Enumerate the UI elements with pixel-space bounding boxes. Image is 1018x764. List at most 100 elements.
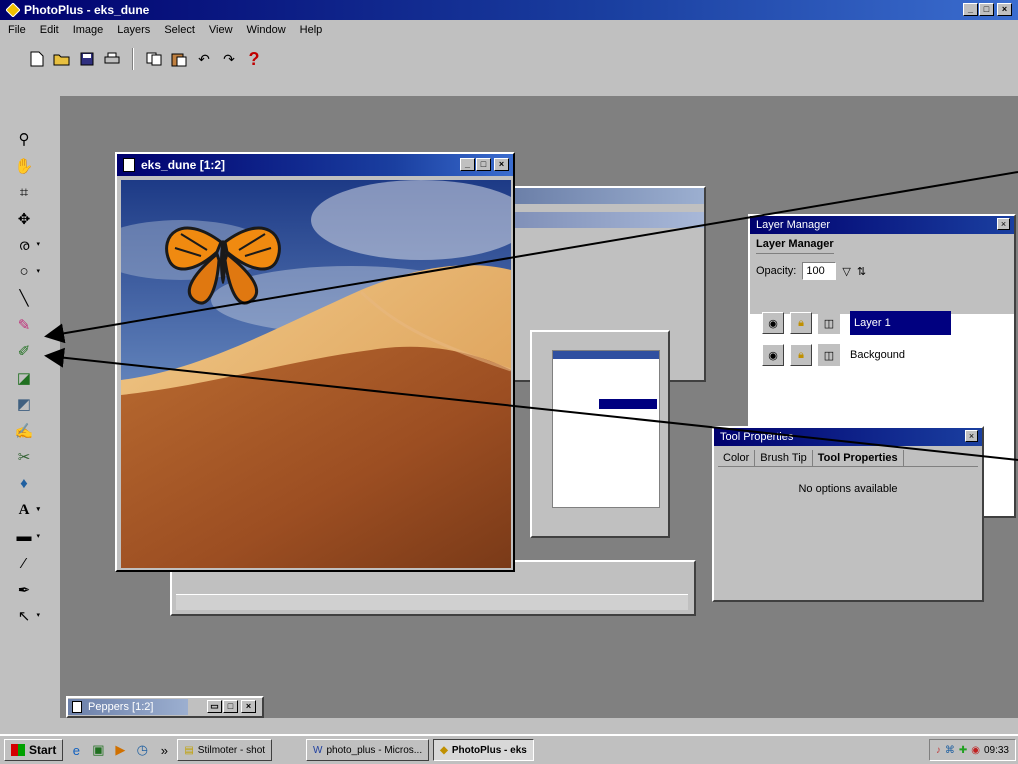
brush-tool-icon[interactable]: ✎ [6, 312, 42, 339]
nested-layer-panel [552, 350, 660, 508]
crop-tool-icon[interactable]: ⌗ [6, 179, 42, 206]
system-tray: ♪ ⌘ ✚ ◉ 09:33 [928, 739, 1016, 761]
ellipse-select-icon[interactable]: ○ ▾ [6, 259, 42, 286]
text-tool-icon[interactable]: A ▾ [6, 497, 42, 524]
tray-app-icon[interactable]: ✚ [959, 745, 967, 756]
layer-mask-icon[interactable]: ◫ [818, 344, 840, 366]
close-button[interactable]: × [997, 3, 1012, 16]
layer-mask-icon[interactable]: ◫ [818, 312, 840, 334]
document-title: eks_dune [1:2] [141, 158, 226, 172]
layer-row-layer1[interactable]: ◉ 🔒︎ ◫ Layer 1 [758, 308, 1010, 338]
document-title-bar[interactable]: eks_dune [1:2] _ □ × [117, 154, 513, 176]
show-desktop-icon[interactable]: ▣ [89, 741, 107, 759]
minimized-window-title[interactable]: Peppers [1:2] [68, 699, 188, 715]
redo-icon[interactable]: ↷ [218, 48, 240, 70]
image-canvas[interactable] [121, 180, 511, 568]
internet-explorer-icon[interactable]: e [67, 741, 85, 759]
rectangle-shape-icon[interactable]: ▬ ▾ [6, 524, 42, 551]
background-window-titlebar [512, 188, 704, 204]
document-window[interactable]: eks_dune [1:2] _ □ × [115, 152, 515, 572]
minimized-window-icon [72, 701, 82, 713]
copy-icon[interactable] [143, 48, 165, 70]
paste-icon[interactable] [168, 48, 190, 70]
effect-brush-icon[interactable]: ✍ [6, 418, 42, 445]
print-icon[interactable] [101, 48, 123, 70]
close-button[interactable]: × [241, 700, 256, 713]
channels-icon[interactable]: ◷ [133, 741, 151, 759]
document-close-button[interactable]: × [494, 158, 509, 171]
window-controls: _ □ × [963, 3, 1012, 16]
tab-tool-properties[interactable]: Tool Properties [813, 450, 904, 466]
opacity-slider-icon[interactable]: ⇅ [857, 265, 866, 278]
layer-row-background[interactable]: ◉ 🔒︎ ◫ Backgound [758, 340, 1010, 370]
more-quicklaunch-icon[interactable]: » [155, 741, 173, 759]
menu-help[interactable]: Help [300, 24, 323, 36]
document-minimize-button[interactable]: _ [460, 158, 475, 171]
menu-edit[interactable]: Edit [40, 24, 59, 36]
smudge-tool-icon[interactable]: ✂ [6, 444, 42, 471]
background-window-3[interactable] [530, 330, 670, 538]
task-app-icon: ▤ [184, 744, 194, 756]
gradient-tool-icon[interactable]: ⁄ [6, 550, 42, 577]
lasso-tool-icon[interactable]: ര ▾ [6, 232, 42, 259]
open-folder-icon[interactable] [51, 48, 73, 70]
document-icon [123, 158, 135, 172]
help-icon[interactable]: ? [243, 48, 265, 70]
eraser-tool-icon[interactable]: ◩ [6, 391, 42, 418]
tool-properties-close-button[interactable]: × [965, 430, 978, 442]
tray-network-icon[interactable]: ⌘ [945, 745, 955, 756]
task-label: PhotoPlus - eks [451, 744, 527, 756]
taskbar-button-stilmoter[interactable]: ▤ Stilmoter - shot [177, 739, 273, 761]
tool-properties-panel[interactable]: Tool Properties × Color Brush Tip Tool P… [712, 426, 984, 602]
dune-image [121, 180, 511, 568]
opacity-label: Opacity: [756, 265, 797, 277]
minimized-document-window[interactable]: Peppers [1:2] ▭ □ × [66, 696, 264, 718]
menu-window[interactable]: Window [247, 24, 286, 36]
layer-manager-tab[interactable]: Layer Manager [756, 238, 834, 254]
hand-tool-icon[interactable]: ✋ [6, 153, 42, 180]
undo-icon[interactable]: ↶ [193, 48, 215, 70]
line-tool-icon[interactable]: ╲ [6, 285, 42, 312]
start-button[interactable]: Start [4, 739, 64, 761]
zoom-tool-icon[interactable]: ⚲ [6, 126, 42, 153]
menu-file[interactable]: File [8, 24, 26, 36]
fill-tool-icon[interactable]: ♦ [6, 471, 42, 498]
save-disk-icon[interactable] [76, 48, 98, 70]
tray-shield-icon[interactable]: ◉ [971, 745, 980, 756]
menu-select[interactable]: Select [164, 24, 195, 36]
opacity-field[interactable]: 100 [802, 262, 837, 280]
node-edit-icon[interactable]: ↖ ▾ [6, 603, 42, 630]
clone-tool-icon[interactable]: ◪ [6, 365, 42, 392]
menu-image[interactable]: Image [73, 24, 104, 36]
minimize-button[interactable]: _ [963, 3, 978, 16]
layer-lock-icon[interactable]: 🔒︎ [790, 312, 812, 334]
layer-manager-close-button[interactable]: × [997, 218, 1010, 230]
tool-properties-title: Tool Properties [720, 431, 794, 443]
new-file-icon[interactable] [26, 48, 48, 70]
maximize-button[interactable]: □ [979, 3, 994, 16]
app-title-bar[interactable]: PhotoPlus - eks_dune _ □ × [0, 0, 1018, 20]
tool-properties-titlebar[interactable]: Tool Properties × [714, 428, 982, 446]
maximize-button[interactable]: □ [223, 700, 238, 713]
menu-layers[interactable]: Layers [117, 24, 150, 36]
tab-color[interactable]: Color [718, 450, 756, 466]
taskbar-button-word[interactable]: W photo_plus - Micros... [306, 739, 430, 761]
tab-brush-tip[interactable]: Brush Tip [755, 450, 813, 466]
media-player-icon[interactable]: ▶ [111, 741, 129, 759]
toolbox: ⚲ ✋ ⌗ ✥ ര ▾ ○ ▾ ╲ ✎ ✐ ◪ ◩ ✍ ✂ ♦ A ▾ ▬ ▾ ⁄ ✒ … [6, 126, 50, 666]
tray-volume-icon[interactable]: ♪ [936, 745, 941, 756]
color-picker-icon[interactable]: ✒ [6, 577, 42, 604]
pencil-tool-icon[interactable]: ✐ [6, 338, 42, 365]
layer-visibility-icon[interactable]: ◉ [762, 312, 784, 334]
move-tool-icon[interactable]: ✥ [6, 206, 42, 233]
restore-button[interactable]: ▭ [207, 700, 222, 713]
layer-manager-titlebar[interactable]: Layer Manager × [750, 216, 1014, 234]
layer-lock-icon[interactable]: 🔒︎ [790, 344, 812, 366]
menu-view[interactable]: View [209, 24, 233, 36]
layer-visibility-icon[interactable]: ◉ [762, 344, 784, 366]
document-window-controls: _ □ × [460, 158, 509, 171]
task-label: photo_plus - Micros... [326, 744, 423, 756]
opacity-spinner-icon[interactable]: ▽ [842, 265, 850, 278]
document-maximize-button[interactable]: □ [476, 158, 491, 171]
taskbar-button-photoplus[interactable]: ◆ PhotoPlus - eks [433, 739, 534, 761]
